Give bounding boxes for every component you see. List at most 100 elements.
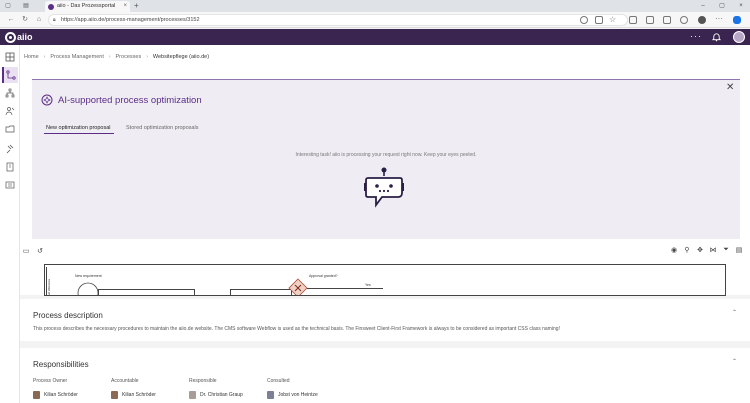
role-person[interactable]: Dr. Christian Graup bbox=[189, 391, 243, 399]
role-consulted: Consulted Jobst von Heintze bbox=[267, 378, 318, 399]
role-person[interactable]: Jobst von Heintze bbox=[267, 391, 318, 399]
person-name: Kilian Schröder bbox=[122, 392, 156, 398]
more-menu-icon[interactable]: ··· bbox=[715, 15, 723, 24]
role-person[interactable]: Kilian Schröder bbox=[33, 391, 78, 399]
move-icon[interactable]: ✥ bbox=[696, 246, 704, 254]
collections-icon[interactable] bbox=[663, 16, 671, 24]
sidebar-item-company[interactable] bbox=[2, 159, 18, 175]
history-icon[interactable]: ↺ bbox=[36, 247, 44, 255]
building-icon bbox=[6, 162, 14, 172]
split-screen-icon[interactable] bbox=[629, 16, 637, 24]
notification-bell-icon[interactable] bbox=[712, 32, 721, 42]
text-size-icon[interactable] bbox=[595, 16, 603, 24]
browser-tab-bar: ▢ ▤ aiio - Das Prozessportal × + – ▢ × bbox=[0, 0, 750, 12]
read-aloud-icon[interactable] bbox=[580, 16, 588, 24]
grid-icon bbox=[5, 52, 15, 62]
role-person[interactable]: Kilian Schröder bbox=[111, 391, 156, 399]
avatar bbox=[189, 391, 196, 399]
tab-favicon-icon bbox=[48, 3, 54, 10]
tab-stored-optimization-proposals[interactable]: Stored optimization proposals bbox=[126, 125, 198, 131]
browser-tab[interactable]: aiio - Das Prozessportal × bbox=[45, 1, 130, 12]
robot-icon bbox=[364, 167, 404, 208]
task-box[interactable] bbox=[98, 289, 195, 295]
active-tab-indicator bbox=[44, 133, 114, 134]
browser-profile-icon[interactable]: ▢ bbox=[4, 2, 12, 10]
lock-icon: 🔒︎ bbox=[53, 17, 56, 23]
aiio-logo[interactable]: aiio bbox=[5, 31, 33, 43]
sidebar-item-roles[interactable] bbox=[2, 103, 18, 119]
close-icon[interactable]: ✕ bbox=[726, 83, 734, 93]
url-field[interactable]: 🔒︎ https://app.aiio.de/process-managemen… bbox=[48, 14, 628, 26]
role-label: Consulted bbox=[267, 378, 290, 384]
back-icon[interactable]: ← bbox=[6, 15, 16, 25]
home-icon[interactable]: ⌂ bbox=[34, 15, 44, 25]
sequence-flow bbox=[307, 288, 383, 289]
extensions-icon[interactable] bbox=[680, 16, 688, 24]
role-label: Process Owner bbox=[33, 378, 68, 384]
roles-icon bbox=[5, 107, 15, 116]
breadcrumb-processes[interactable]: Processes bbox=[116, 54, 142, 60]
ai-panel-title: AI-supported process optimization bbox=[58, 95, 202, 106]
process-description-section: Process description ⌃ This process descr… bbox=[20, 299, 750, 341]
role-label: Responsible bbox=[189, 378, 217, 384]
breadcrumb-process-management[interactable]: Process Management bbox=[50, 54, 104, 60]
favorite-star-icon[interactable]: ☆ bbox=[609, 16, 617, 24]
sidebar-item-compliance[interactable] bbox=[2, 141, 18, 157]
sidebar-item-documents[interactable] bbox=[2, 121, 18, 137]
chevron-up-icon[interactable]: ⌃ bbox=[732, 358, 737, 365]
process-flow-icon bbox=[6, 70, 16, 80]
role-responsible: Responsible Dr. Christian Graup bbox=[189, 378, 243, 399]
gateway-icon[interactable] bbox=[288, 278, 308, 296]
sidebar-item-process-management[interactable] bbox=[2, 67, 18, 83]
profile-avatar-icon[interactable] bbox=[698, 16, 706, 24]
org-chart-icon bbox=[5, 88, 15, 98]
left-sidebar bbox=[0, 45, 20, 403]
chevron-up-icon[interactable]: ⌃ bbox=[732, 309, 737, 316]
role-process-owner: Process Owner Kilian Schröder bbox=[33, 378, 78, 399]
gateway-label: Approval granted? bbox=[309, 274, 338, 278]
diagram-toolbar-left: ▭ ↺ bbox=[22, 247, 44, 255]
breadcrumb: Home › Process Management › Processes › … bbox=[24, 54, 209, 60]
role-accountable: Accountable Kilian Schröder bbox=[111, 378, 156, 399]
tab-new-optimization-proposal[interactable]: New optimization proposal bbox=[46, 125, 111, 131]
url-text: https://app.aiio.de/process-management/p… bbox=[61, 17, 200, 23]
nodes-icon[interactable]: ⋈ bbox=[709, 246, 717, 254]
minimize-icon[interactable]: – bbox=[694, 0, 712, 12]
window-close-icon[interactable]: × bbox=[732, 0, 750, 12]
header-more-icon[interactable]: ··· bbox=[690, 31, 702, 41]
process-description-title: Process description bbox=[33, 311, 103, 320]
app-header: aiio ··· bbox=[0, 29, 750, 45]
breadcrumb-home[interactable]: Home bbox=[24, 54, 39, 60]
ai-optimize-icon[interactable]: ◉ bbox=[670, 246, 678, 254]
diagram-toolbar-right: ◉ ⚲ ✥ ⋈ ⏷ ▤ bbox=[670, 246, 743, 254]
breadcrumb-current: Websitepflege (aiio.de) bbox=[152, 54, 210, 60]
export-icon[interactable]: ▤ bbox=[735, 246, 743, 254]
filter-icon[interactable]: ⏷ bbox=[722, 246, 730, 254]
task-box[interactable] bbox=[230, 289, 292, 295]
tab-title: aiio - Das Prozessportal bbox=[57, 3, 116, 9]
person-name: Dr. Christian Graup bbox=[200, 392, 243, 398]
process-diagram[interactable]: all Websites New requirement Approval gr… bbox=[44, 264, 726, 296]
ai-sparkle-icon bbox=[41, 94, 53, 106]
processing-message: Interesting task! aiio is processing you… bbox=[295, 152, 477, 158]
role-label: Accountable bbox=[111, 378, 139, 384]
favorites-icon[interactable] bbox=[646, 16, 654, 24]
sidebar-item-organization[interactable] bbox=[2, 85, 18, 101]
avatar bbox=[111, 391, 118, 399]
user-avatar[interactable] bbox=[733, 31, 745, 43]
comment-icon[interactable]: ▭ bbox=[22, 247, 30, 255]
new-tab-icon[interactable]: + bbox=[134, 1, 139, 10]
bing-copilot-icon[interactable] bbox=[733, 16, 741, 24]
logo-text: aiio bbox=[17, 32, 33, 42]
tab-close-icon[interactable]: × bbox=[123, 1, 127, 12]
maximize-icon[interactable]: ▢ bbox=[713, 0, 731, 12]
sidebar-item-catalog[interactable] bbox=[2, 177, 18, 193]
refresh-icon[interactable]: ↻ bbox=[20, 15, 30, 25]
folder-icon bbox=[5, 125, 15, 133]
avatar bbox=[33, 391, 40, 399]
sidebar-item-dashboard[interactable] bbox=[2, 49, 18, 65]
search-user-icon[interactable]: ⚲ bbox=[683, 246, 691, 254]
responsibilities-section: Responsibilities ⌃ Process Owner Kilian … bbox=[20, 348, 750, 403]
browser-tab-actions-icon[interactable]: ▤ bbox=[22, 2, 30, 10]
start-event-label: New requirement bbox=[75, 274, 102, 278]
